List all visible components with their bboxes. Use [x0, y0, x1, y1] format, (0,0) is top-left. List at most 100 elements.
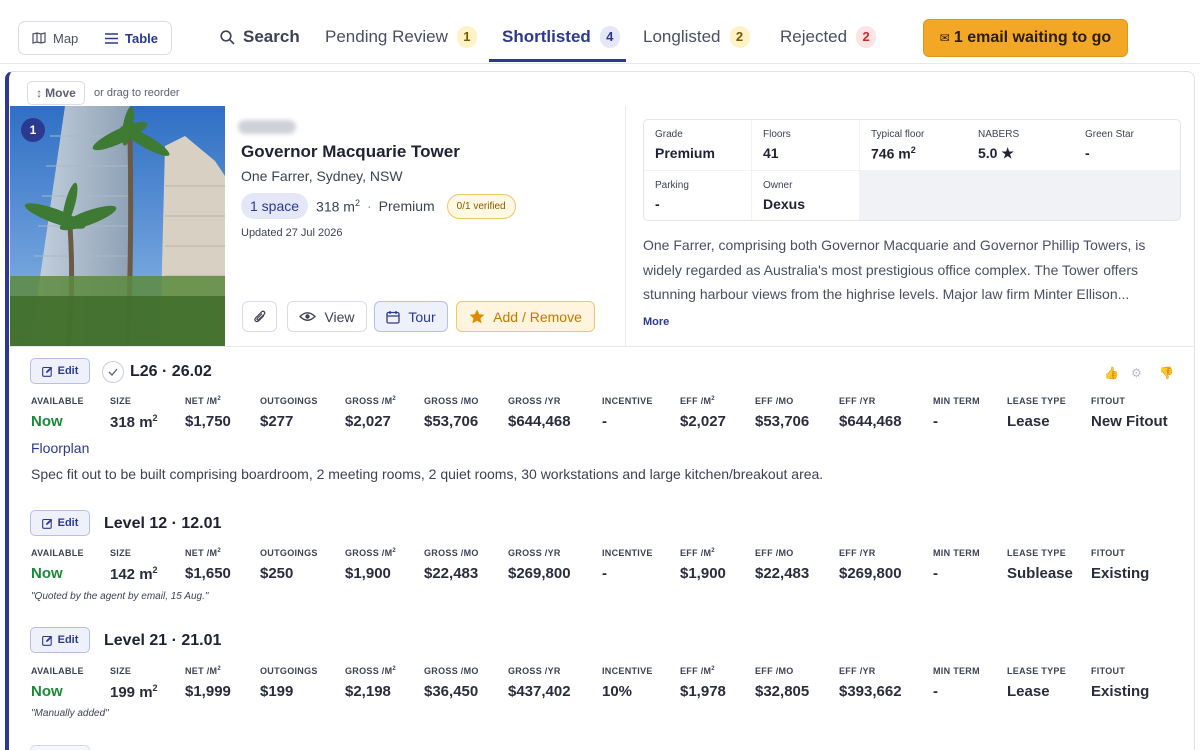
- spec-green-star: Green Star -: [1074, 120, 1180, 170]
- tab-label: Rejected: [780, 27, 848, 46]
- active-tab-indicator: [489, 59, 626, 62]
- table-view-button[interactable]: Table: [97, 22, 158, 54]
- move-arrows-icon: ↕: [36, 86, 43, 100]
- building-photo[interactable]: [10, 106, 225, 346]
- col-fitout: FITOUT Existing: [1091, 548, 1150, 582]
- map-view-button[interactable]: Map: [19, 22, 97, 54]
- tab-label: Longlisted: [643, 27, 721, 46]
- building-address: One Farrer, Sydney, NSW: [241, 168, 403, 184]
- next-edit-button-partial[interactable]: [30, 745, 90, 750]
- calendar-icon: [386, 310, 401, 324]
- col-eff-yr: EFF /YR $393,662: [839, 666, 902, 700]
- col-fitout: FITOUT New Fitout: [1091, 396, 1168, 430]
- col-incentive: INCENTIVE 10%: [602, 666, 653, 700]
- move-label: Move: [45, 86, 76, 100]
- col-gross-yr: GROSS /YR $644,468: [508, 396, 571, 430]
- email-waiting-button[interactable]: ✉ 1 email waiting to go: [923, 19, 1128, 57]
- column-divider: [625, 106, 626, 346]
- space-quote: "Quoted by the agent by email, 15 Aug.": [31, 591, 209, 602]
- settings-icon[interactable]: ⚙: [1131, 366, 1142, 380]
- thumbs-up-icon[interactable]: 👍: [1104, 366, 1119, 380]
- more-link[interactable]: More: [643, 316, 669, 328]
- col-lease-type: LEASE TYPE Lease: [1007, 396, 1067, 430]
- col-lease-type: LEASE TYPE Lease: [1007, 666, 1067, 700]
- map-icon: [32, 32, 46, 44]
- tab-search[interactable]: Search: [220, 20, 300, 54]
- view-button[interactable]: View: [287, 301, 367, 332]
- space-note: Spec fit out to be built comprising boar…: [31, 466, 824, 482]
- col-gross-yr: GROSS /YR $437,402: [508, 666, 571, 700]
- col-net: NET /M2 $1,750: [185, 396, 231, 430]
- tab-count-badge: 4: [599, 26, 620, 48]
- col-size: SIZE 199 m2: [110, 666, 158, 701]
- space-title: Level 12 · 12.01: [104, 515, 222, 532]
- col-size: SIZE 318 m2: [110, 396, 158, 431]
- view-label: View: [324, 308, 355, 325]
- col-eff-mo: EFF /MO $32,805: [755, 666, 810, 700]
- space-row: Edit L26 · 26.02 👍 ⚙ 👎 AVAILABLE Now SIZE…: [9, 358, 1194, 493]
- space-quote: "Manually added": [31, 708, 109, 719]
- star-icon: [469, 309, 485, 324]
- email-waiting-label: 1 email waiting to go: [953, 29, 1112, 46]
- col-eff-mo: EFF /MO $22,483: [755, 548, 810, 582]
- tab-shortlisted[interactable]: Shortlisted 4: [502, 20, 620, 54]
- col-outgoings: OUTGOINGS $250: [260, 548, 318, 582]
- tab-count-badge: 1: [456, 26, 477, 48]
- col-available: AVAILABLE Now: [31, 548, 84, 582]
- col-gross-m2: GROSS /M2 $1,900: [345, 548, 397, 582]
- move-handle[interactable]: ↕ Move: [27, 81, 85, 105]
- building-summary: 1 space 318 m2 · Premium 0/1 verified: [241, 193, 516, 219]
- col-eff-m2: EFF /M2 $2,027: [680, 396, 726, 430]
- add-remove-button[interactable]: Add / Remove: [456, 301, 595, 332]
- spec-floors: Floors 41: [752, 120, 859, 170]
- paperclip-icon: [253, 310, 265, 323]
- building-card: ↕ Move or drag to reorder 1 Governor Mac…: [5, 71, 1195, 750]
- col-gross-m2: GROSS /M2 $2,027: [345, 396, 397, 430]
- tab-longlisted[interactable]: Longlisted 2: [643, 20, 750, 54]
- tab-label: Shortlisted: [502, 27, 591, 46]
- space-row: Edit Level 12 · 12.01 AVAILABLE Now SIZE 1…: [9, 510, 1194, 610]
- tab-count-badge: 2: [729, 26, 750, 48]
- col-gross-yr: GROSS /YR $269,800: [508, 548, 571, 582]
- total-area: 318 m2: [316, 197, 360, 215]
- space-title: L26 · 26.02: [130, 363, 212, 380]
- col-min-term: MIN TERM -: [933, 666, 980, 700]
- select-space-checkbox[interactable]: [102, 361, 124, 383]
- col-eff-m2: EFF /M2 $1,900: [680, 548, 726, 582]
- tour-button[interactable]: Tour: [374, 301, 448, 332]
- col-net: NET /M2 $1,999: [185, 666, 231, 700]
- drag-hint: or drag to reorder: [94, 87, 180, 99]
- verified-badge: 0/1 verified: [446, 193, 516, 219]
- spec-parking: Parking -: [644, 171, 751, 220]
- owner-logo: [238, 120, 296, 134]
- floorplan-link[interactable]: Floorplan: [31, 440, 89, 456]
- col-gross-mo: GROSS /MO $22,483: [424, 548, 479, 582]
- edit-space-button[interactable]: Edit: [30, 627, 90, 653]
- building-name[interactable]: Governor Macquarie Tower: [241, 142, 460, 162]
- col-outgoings: OUTGOINGS $199: [260, 666, 318, 700]
- attach-button[interactable]: [242, 301, 277, 332]
- col-eff-yr: EFF /YR $644,468: [839, 396, 902, 430]
- building-description: One Farrer, comprising both Governor Mac…: [643, 237, 1146, 302]
- col-eff-yr: EFF /YR $269,800: [839, 548, 902, 582]
- top-bar: Map Table Search Pending Review 1 Shortl…: [0, 0, 1200, 64]
- spec-nabers: NABERS 5.0 ★: [967, 120, 1074, 170]
- spec-typical-floor: Typical floor 746 m2: [860, 120, 967, 170]
- edit-icon: [41, 518, 52, 529]
- thumbs-down-icon[interactable]: 👎: [1159, 366, 1174, 380]
- table-view-label: Table: [125, 30, 158, 46]
- eye-icon: [299, 312, 317, 321]
- col-available: AVAILABLE Now: [31, 666, 84, 700]
- tab-rejected[interactable]: Rejected 2: [780, 20, 877, 54]
- tab-pending-review[interactable]: Pending Review 1: [325, 20, 477, 54]
- edit-space-button[interactable]: Edit: [30, 358, 90, 384]
- edit-icon: [41, 635, 52, 646]
- col-incentive: INCENTIVE -: [602, 396, 653, 430]
- edit-space-button[interactable]: Edit: [30, 510, 90, 536]
- map-view-label: Map: [53, 30, 79, 46]
- tab-count-badge: 2: [856, 26, 877, 48]
- building-grade: Premium: [378, 198, 435, 214]
- envelope-icon: ✉: [939, 31, 950, 45]
- spec-grade: Grade Premium: [644, 120, 751, 170]
- col-size: SIZE 142 m2: [110, 548, 158, 583]
